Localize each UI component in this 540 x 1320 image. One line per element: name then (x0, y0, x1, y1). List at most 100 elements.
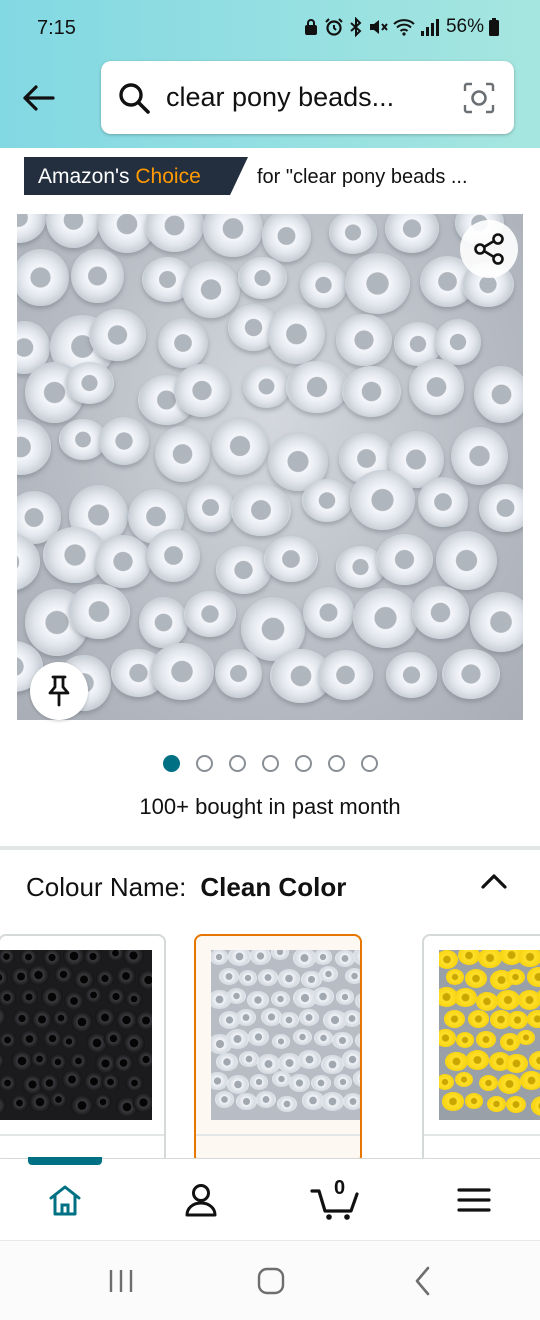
swatch-bead (211, 1071, 228, 1090)
bead-image (436, 530, 497, 590)
bead-image (95, 535, 151, 589)
recent-apps-button[interactable] (96, 1261, 146, 1301)
pagination-dot[interactable] (163, 755, 180, 772)
pagination-dot[interactable] (229, 755, 246, 772)
swatch-bead (0, 950, 16, 965)
bead-image (376, 534, 434, 585)
swatch-bead (211, 950, 229, 966)
swatch-bead (94, 969, 115, 987)
swatch-bead (332, 1031, 353, 1050)
pagination-dot[interactable] (328, 755, 345, 772)
swatch-bead (311, 1074, 331, 1092)
pagination-dot[interactable] (295, 755, 312, 772)
swatch-bead (439, 1074, 455, 1091)
colour-swatch-black[interactable] (0, 934, 166, 1164)
swatch-bead (70, 1095, 95, 1116)
swatch-bead (321, 1091, 345, 1112)
swatch-bead (519, 1070, 540, 1091)
swatch-bead (61, 1070, 84, 1090)
camera-search-icon[interactable] (462, 81, 496, 115)
bead-image (242, 365, 290, 409)
colour-name-value: Clean Color (200, 872, 347, 902)
status-icons: 56% (302, 16, 500, 38)
swatch-bead (289, 1074, 311, 1092)
swatch-bead (93, 1094, 113, 1111)
bead-image (184, 591, 236, 637)
colour-swatch-clear[interactable] (194, 934, 362, 1164)
bead-image (384, 214, 440, 254)
swatch-bead (526, 1009, 540, 1028)
product-image[interactable] (17, 214, 523, 720)
nav-menu[interactable] (444, 1175, 504, 1225)
status-bar: 7:15 56% (0, 0, 540, 58)
swatch-bead (292, 1029, 312, 1046)
badge-label-accent: Choice (135, 165, 201, 188)
swatch-bead (49, 1091, 68, 1108)
swatch-bead (48, 1054, 68, 1071)
system-home-button[interactable] (246, 1261, 296, 1301)
swatch-bead (505, 1053, 529, 1073)
swatch-bead (270, 990, 291, 1008)
swatch-bead (0, 1031, 17, 1048)
swatch-bead (293, 950, 317, 968)
swatch-bead (39, 1074, 61, 1093)
badge-for-text: for "clear pony beads ... (257, 166, 468, 188)
colour-swatch-yellow[interactable] (422, 934, 540, 1164)
swatch-bead (446, 969, 465, 985)
swatch-bead (18, 1029, 40, 1048)
swatch-bead (30, 1050, 49, 1067)
swatch-bead (342, 1050, 360, 1069)
bead-image (317, 649, 374, 700)
swatch-bead (135, 1051, 152, 1069)
bead-image (336, 314, 392, 367)
pagination-dot[interactable] (196, 755, 213, 772)
bead-image (186, 482, 234, 532)
swatch-bead (0, 968, 9, 987)
search-box[interactable]: clear pony beads... (101, 61, 514, 134)
bead-image (182, 260, 241, 318)
swatch-image-yellow (439, 950, 540, 1120)
swatch-bead (506, 1010, 529, 1029)
bead-image (149, 642, 214, 701)
swatch-bead (313, 950, 333, 966)
share-button[interactable] (460, 220, 518, 278)
signal-icon (420, 19, 439, 36)
pin-button[interactable] (30, 662, 88, 720)
swatch-bead (59, 1033, 78, 1050)
collapse-button[interactable] (474, 864, 514, 898)
swatch-bead (320, 1054, 344, 1075)
bead-image (451, 427, 508, 486)
swatch-bead (27, 965, 51, 985)
back-button[interactable] (16, 78, 60, 118)
wifi-icon (393, 19, 415, 36)
status-time: 7:15 (37, 17, 76, 39)
bead-image (68, 583, 131, 640)
swatch-bead (256, 1091, 276, 1109)
swatch-bead (225, 1029, 250, 1050)
bead-image (300, 262, 348, 309)
search-input[interactable]: clear pony beads... (166, 82, 394, 113)
swatch-bead (69, 1052, 89, 1069)
pagination-dot[interactable] (361, 755, 378, 772)
amazons-choice-badge: Amazon's Choice (24, 157, 248, 195)
swatch-bead (28, 1092, 52, 1113)
nav-account[interactable] (171, 1175, 231, 1225)
arrow-left-icon (23, 85, 55, 111)
bead-image (417, 477, 468, 527)
swatch-bead (505, 968, 525, 985)
swatch-bead (271, 1033, 291, 1050)
swatch-bead (250, 950, 272, 965)
swatch-bead (445, 1051, 469, 1072)
swatch-bead (249, 1074, 268, 1090)
pin-icon (48, 675, 70, 707)
pagination-dot[interactable] (262, 755, 279, 772)
system-back-button[interactable] (398, 1261, 448, 1301)
amazons-choice-row: Amazon's Choice for "clear pony beads ..… (0, 152, 540, 200)
home-icon (49, 1185, 81, 1216)
system-navigation-bar (0, 1240, 540, 1320)
nav-home[interactable] (35, 1175, 95, 1225)
bought-in-past-month: 100+ bought in past month (139, 794, 401, 819)
swatch-bead (271, 1070, 291, 1088)
swatch-bead (345, 967, 360, 985)
nav-cart[interactable]: 0 (307, 1175, 367, 1225)
